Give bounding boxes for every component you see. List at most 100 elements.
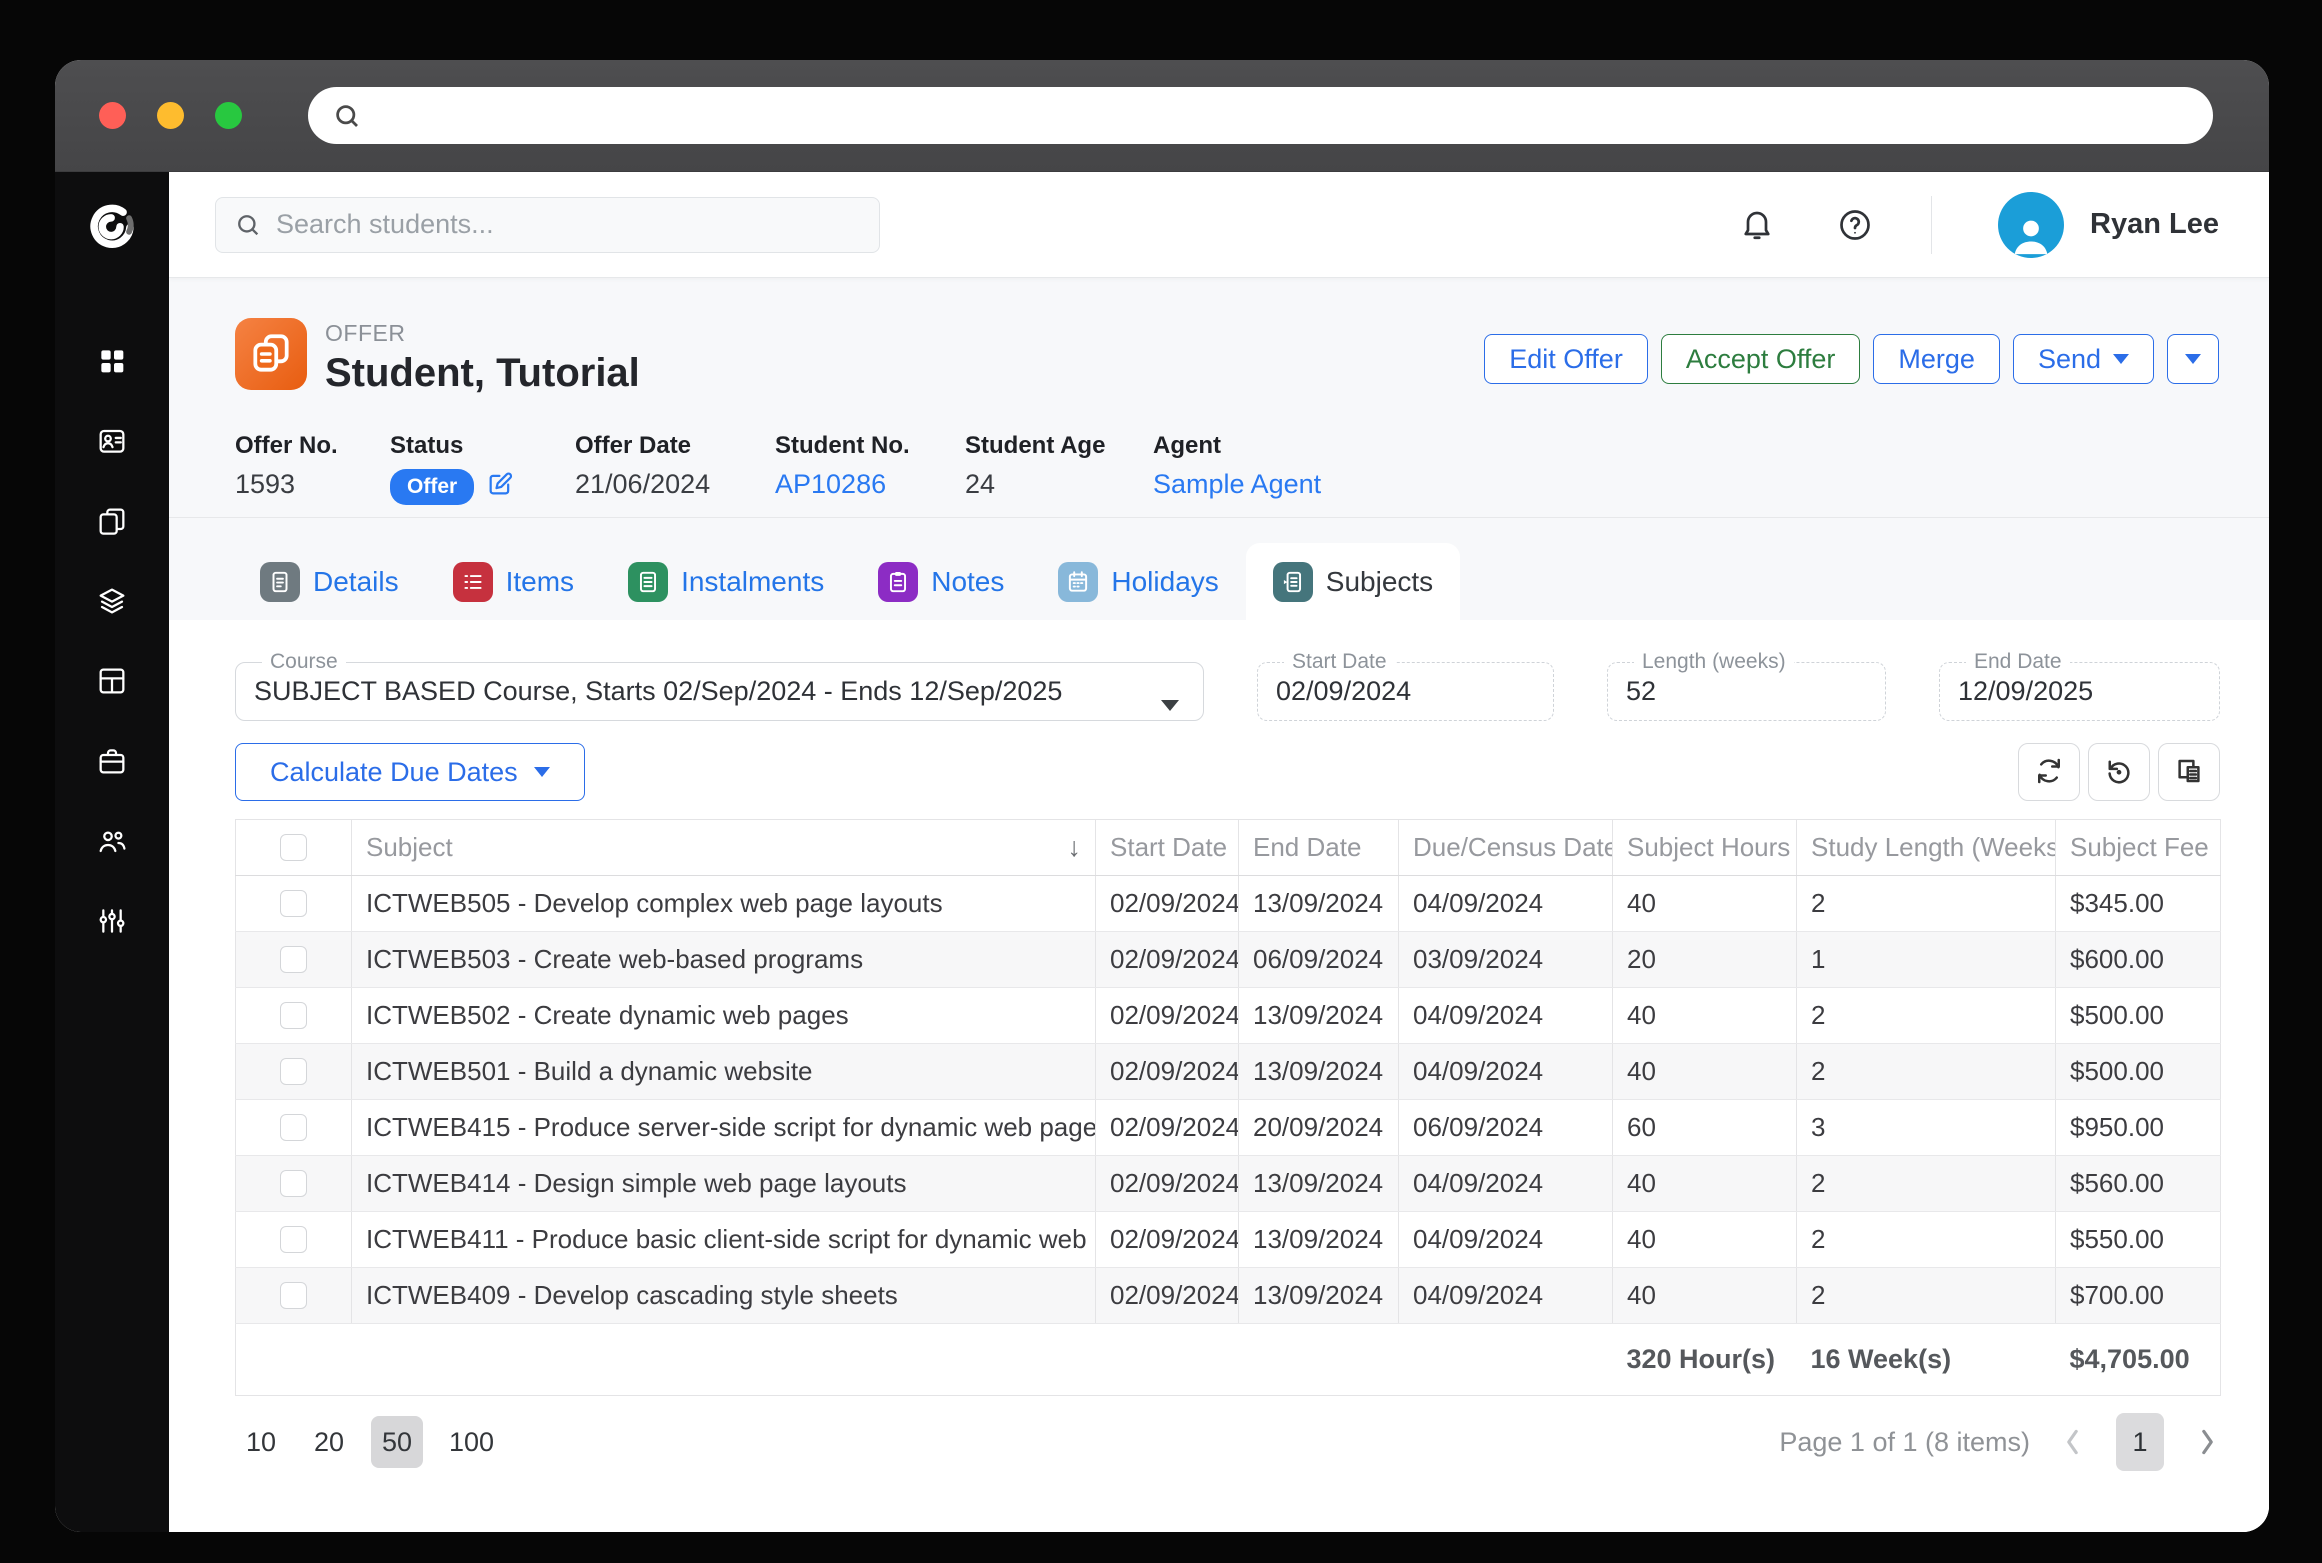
table-row: ICTWEB414 - Design simple web page layou…: [235, 1155, 2221, 1212]
tab-items[interactable]: Items: [426, 543, 601, 620]
refresh-icon: [2034, 756, 2064, 789]
length-weeks-label: Length (weeks): [1642, 650, 1786, 673]
table-cell: $950.00: [2055, 1099, 2221, 1156]
row-checkbox[interactable]: [280, 1058, 307, 1085]
table-cell: 13/09/2024: [1238, 987, 1399, 1044]
table-cell: 20: [1612, 931, 1797, 988]
table-summary-row: 320 Hour(s) 16 Week(s) $4,705.00: [235, 1323, 2221, 1396]
edit-offer-button[interactable]: Edit Offer: [1484, 334, 1648, 384]
table-toolbar-icons: [2018, 743, 2220, 801]
page-size-50[interactable]: 50: [371, 1416, 423, 1468]
column-header-subject-hours[interactable]: Subject Hours: [1612, 819, 1797, 876]
send-more-button[interactable]: [2167, 334, 2219, 384]
select-all-checkbox[interactable]: [280, 834, 307, 861]
search-placeholder: Search students...: [276, 209, 494, 239]
sidebar-item-sliders[interactable]: [55, 883, 169, 963]
table-cell: ICTWEB503 - Create web-based programs: [351, 931, 1096, 988]
traffic-light-minimize[interactable]: [157, 102, 184, 129]
row-checkbox[interactable]: [280, 1114, 307, 1141]
meta-value: 1593: [235, 469, 390, 500]
row-checkbox[interactable]: [280, 890, 307, 917]
tab-holidays[interactable]: Holidays: [1031, 543, 1245, 620]
page-number-button[interactable]: 1: [2116, 1413, 2164, 1471]
length-weeks-value: 52: [1626, 676, 1657, 706]
row-select-cell: [235, 1267, 352, 1324]
notifications-button[interactable]: [1739, 207, 1775, 243]
send-button[interactable]: Send: [2012, 334, 2154, 384]
row-checkbox[interactable]: [280, 1170, 307, 1197]
tab-notes[interactable]: Notes: [851, 543, 1031, 620]
column-label: Subject Fee: [2070, 832, 2209, 862]
traffic-light-maximize[interactable]: [215, 102, 242, 129]
column-header-start-date[interactable]: Start Date: [1095, 819, 1239, 876]
tab-subjects[interactable]: Subjects: [1245, 543, 1461, 620]
user-name[interactable]: Ryan Lee: [2090, 208, 2219, 241]
edit-status-button[interactable]: [486, 470, 514, 505]
meta-link[interactable]: Sample Agent: [1153, 469, 1321, 500]
bell-icon: [1744, 211, 1770, 239]
layout-table-icon: [96, 665, 128, 702]
calculate-due-dates-button[interactable]: Calculate Due Dates: [235, 743, 585, 801]
table-cell: $560.00: [2055, 1155, 2221, 1212]
documents-copy-icon: [96, 505, 128, 542]
merge-button[interactable]: Merge: [1873, 334, 2000, 384]
table-cell: 40: [1612, 1043, 1797, 1100]
column-label: Subject: [366, 832, 453, 862]
column-header-subject-fee[interactable]: Subject Fee: [2055, 819, 2221, 876]
row-checkbox[interactable]: [280, 1002, 307, 1029]
meta-label: Student Age: [965, 432, 1106, 459]
sliders-icon: [96, 905, 128, 942]
column-chooser-button[interactable]: [2158, 743, 2220, 801]
sidebar-item-courses-stack[interactable]: [55, 563, 169, 643]
refresh-button[interactable]: [2018, 743, 2080, 801]
next-page-button[interactable]: [2194, 1425, 2220, 1459]
column-header-end-date[interactable]: End Date: [1238, 819, 1399, 876]
tab-instalments[interactable]: Instalments: [601, 543, 851, 620]
history-button[interactable]: [2088, 743, 2150, 801]
column-header-subject[interactable]: Subject ↓: [351, 819, 1096, 876]
course-select[interactable]: Course SUBJECT BASED Course, Starts 02/S…: [235, 650, 1204, 721]
summary-total-hours: 320 Hour(s): [1612, 1323, 1797, 1396]
offer-meta-student-no: Student No. AP10286: [775, 432, 965, 505]
table-cell: 2: [1796, 1155, 2056, 1212]
sidebar-item-layout-table[interactable]: [55, 643, 169, 723]
meta-label: Agent: [1153, 432, 1221, 459]
column-header-due-census-date[interactable]: Due/Census Date: [1398, 819, 1613, 876]
previous-page-button[interactable]: [2060, 1425, 2086, 1459]
avatar[interactable]: [1998, 191, 2065, 258]
table-cell: 13/09/2024: [1238, 1267, 1399, 1324]
sort-descending-icon[interactable]: ↓: [1068, 832, 1082, 863]
table-cell: $500.00: [2055, 1043, 2221, 1100]
table-cell: 40: [1612, 1211, 1797, 1268]
chevron-down-icon: [2185, 354, 2201, 364]
meta-text: 21/06/2024: [575, 469, 711, 499]
column-header-study-length-weeks[interactable]: Study Length (Weeks): [1796, 819, 2056, 876]
table-cell: 02/09/2024: [1095, 875, 1239, 932]
page-size-10[interactable]: 10: [235, 1416, 287, 1468]
sidebar-item-people[interactable]: [55, 803, 169, 883]
table-cell: $500.00: [2055, 987, 2221, 1044]
browser-address-bar[interactable]: [308, 87, 2213, 144]
tab-details[interactable]: Details: [233, 543, 426, 620]
app-logo-icon[interactable]: [80, 193, 144, 257]
row-checkbox[interactable]: [280, 1282, 307, 1309]
sidebar-item-documents-copy[interactable]: [55, 483, 169, 563]
traffic-light-close[interactable]: [99, 102, 126, 129]
table-cell: 2: [1796, 1267, 2056, 1324]
offer-tabs: Details Items Instalments Notes Holidays Subj…: [169, 518, 2269, 620]
row-checkbox[interactable]: [280, 946, 307, 973]
table-cell: 2: [1796, 987, 2056, 1044]
accept-offer-button[interactable]: Accept Offer: [1660, 334, 1861, 384]
page-size-100[interactable]: 100: [439, 1416, 504, 1468]
page-size-20[interactable]: 20: [303, 1416, 355, 1468]
row-checkbox[interactable]: [280, 1226, 307, 1253]
meta-link[interactable]: AP10286: [775, 469, 886, 500]
table-row: ICTWEB502 - Create dynamic web pages 02/0…: [235, 987, 2221, 1044]
sidebar-item-contact-card[interactable]: [55, 403, 169, 483]
sidebar-item-dashboard-grid[interactable]: [55, 323, 169, 403]
table-cell: 40: [1612, 987, 1797, 1044]
student-search-input[interactable]: Search students...: [215, 196, 880, 253]
help-button[interactable]: [1837, 207, 1873, 243]
sidebar-item-briefcase[interactable]: [55, 723, 169, 803]
offer-header: OFFER Student, Tutorial Edit Offer Accep…: [169, 278, 2269, 518]
